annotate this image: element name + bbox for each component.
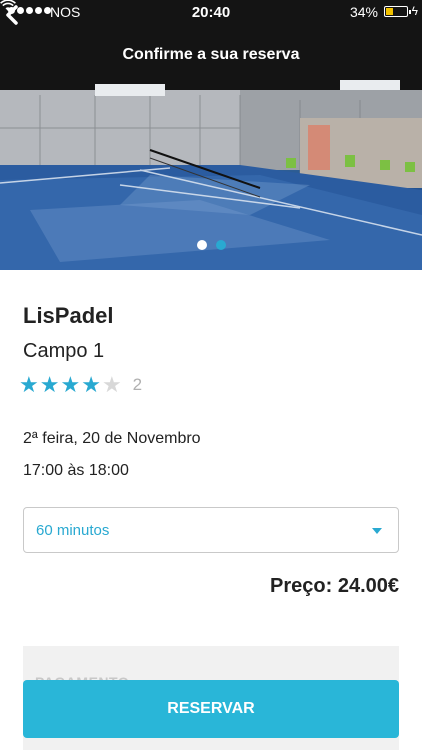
status-bar: NOS 20:40 34% ϟ — [0, 0, 422, 24]
rating-stars: ★ ★ ★ ★ ★ — [19, 374, 123, 396]
dropdown-caret-icon — [372, 528, 382, 534]
charging-icon: ϟ — [411, 4, 418, 18]
booking-date: 2ª feira, 20 de Novembro — [23, 430, 201, 447]
star-filled-icon: ★ — [60, 372, 81, 397]
star-filled-icon: ★ — [39, 372, 60, 397]
star-filled-icon: ★ — [19, 372, 39, 397]
page-title: Confirme a sua reserva — [122, 46, 300, 63]
star-filled-icon: ★ — [81, 372, 101, 397]
court-photo[interactable]: NOS 20:40 34% ϟ Confirme a sua reserva — [0, 0, 422, 270]
venue-name: LisPadel — [23, 303, 114, 328]
carousel-pagination — [0, 240, 422, 250]
court-name: Campo 1 — [23, 340, 105, 362]
star-empty-icon: ★ — [101, 372, 122, 397]
court-illustration — [0, 80, 422, 270]
carousel-dot[interactable] — [215, 240, 226, 250]
rating-count: 2 — [132, 375, 143, 394]
price: Preço: 24.00€ — [270, 575, 399, 598]
back-button[interactable] — [0, 0, 24, 30]
duration-selected-value: 60 minutos — [36, 522, 110, 539]
reserve-button[interactable]: RESERVAR — [23, 680, 399, 738]
battery-icon — [384, 6, 411, 17]
price-value: 24.00€ — [337, 575, 399, 597]
rating: ★ ★ ★ ★ ★ 2 — [19, 374, 142, 396]
duration-dropdown[interactable]: 60 minutos — [23, 507, 399, 553]
booking-time: 17:00 às 18:00 — [23, 462, 129, 479]
carousel-dot[interactable] — [196, 240, 207, 250]
battery-percentage: 34% — [349, 4, 378, 20]
price-label: Preço: — [270, 575, 333, 597]
